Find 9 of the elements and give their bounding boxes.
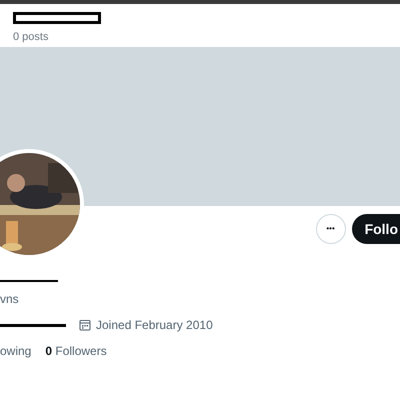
bio-text: vns	[0, 292, 20, 306]
redaction-bar	[0, 324, 66, 326]
more-button[interactable]: •••	[316, 214, 346, 244]
join-date: Joined February 2010	[96, 317, 213, 334]
post-count: 0 posts	[13, 31, 50, 44]
follow-count-link[interactable]: owing	[0, 342, 32, 360]
calendar-icon	[79, 319, 91, 331]
follow-button[interactable]: Follo	[352, 214, 400, 244]
follow-count-link[interactable]: 0 Followers	[45, 342, 107, 360]
